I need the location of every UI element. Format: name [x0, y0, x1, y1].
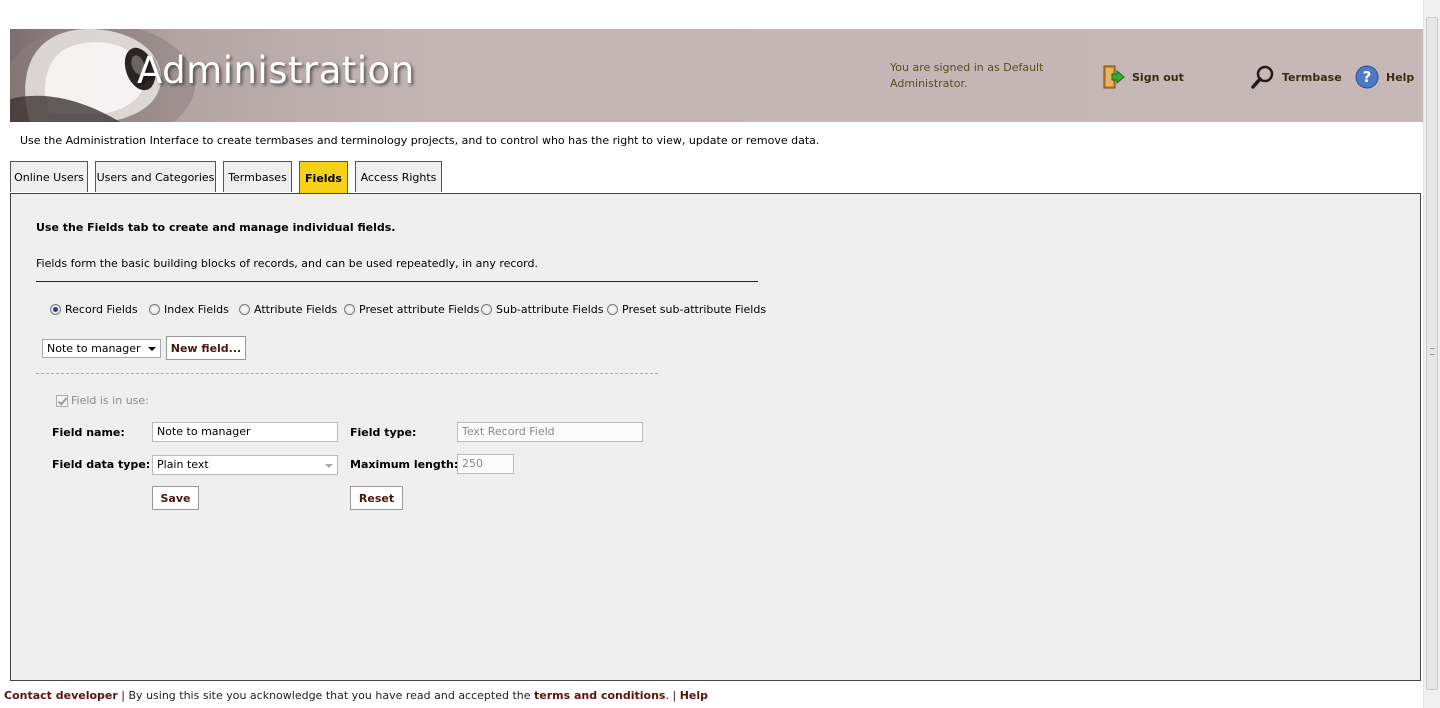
field-name-label: Field name: — [52, 426, 125, 439]
dropdown-arrow-icon — [148, 347, 156, 351]
scrollbar-grip-icon — [1430, 348, 1435, 355]
radio-preset-sub-attribute-fields[interactable]: Preset sub-attribute Fields — [607, 303, 766, 316]
footer-text: | By using this site you acknowledge tha… — [117, 689, 535, 702]
field-data-type-value: Plain text — [157, 458, 209, 471]
sign-out-link[interactable]: Sign out — [1100, 64, 1184, 90]
tab-label: Termbases — [228, 170, 287, 184]
tab-termbases[interactable]: Termbases — [223, 161, 292, 192]
radio-label: Preset attribute Fields — [359, 303, 480, 316]
vertical-scrollbar[interactable] — [1423, 0, 1440, 708]
sign-out-icon — [1103, 65, 1125, 89]
dropdown-arrow-icon — [325, 464, 333, 468]
save-button[interactable]: Save — [152, 486, 199, 510]
new-field-button[interactable]: New field... — [166, 336, 246, 360]
magnifier-icon — [1251, 65, 1274, 89]
radio-button[interactable] — [344, 304, 355, 315]
radio-button[interactable] — [239, 304, 250, 315]
maximum-length-label: Maximum length: — [350, 458, 459, 471]
tab-label: Access Rights — [360, 170, 437, 184]
radio-index-fields[interactable]: Index Fields — [149, 303, 229, 316]
field-data-type-label: Field data type: — [52, 458, 151, 471]
footer: Contact developer | By using this site y… — [4, 689, 708, 702]
radio-preset-attribute-fields[interactable]: Preset attribute Fields — [344, 303, 479, 316]
tab-label: Fields — [305, 171, 342, 185]
field-type-label: Field type: — [350, 426, 417, 439]
tab-label: Users and Categories — [96, 170, 215, 184]
termbase-link[interactable]: Termbase — [1250, 64, 1342, 90]
field-in-use: Field is in use: — [56, 394, 149, 407]
contact-developer-link[interactable]: Contact developer — [4, 689, 118, 702]
tab-fields[interactable]: Fields — [299, 161, 348, 194]
maximum-length-input: 250 — [457, 454, 514, 474]
header-banner: Administration You are signed in as Defa… — [10, 29, 1423, 122]
radio-button[interactable] — [481, 304, 492, 315]
field-in-use-label: Field is in use: — [71, 394, 149, 407]
radio-button[interactable] — [607, 304, 618, 315]
fields-panel: Use the Fields tab to create and manage … — [10, 193, 1421, 681]
field-select-value: Note to manager — [47, 342, 141, 355]
field-in-use-checkbox — [56, 394, 68, 407]
help-icon: ? — [1355, 65, 1379, 89]
field-select[interactable]: Note to manager — [42, 339, 161, 358]
panel-heading: Use the Fields tab to create and manage … — [36, 221, 396, 234]
intro-text: Use the Administration Interface to crea… — [20, 134, 820, 147]
app-title: Administration — [137, 49, 415, 92]
radio-attribute-fields[interactable]: Attribute Fields — [239, 303, 337, 316]
tab-access-rights[interactable]: Access Rights — [355, 161, 442, 192]
reset-button[interactable]: Reset — [350, 486, 403, 510]
field-type-input: Text Record Field — [457, 422, 643, 442]
radio-label: Attribute Fields — [254, 303, 338, 316]
radio-label: Sub-attribute Fields — [496, 303, 604, 316]
radio-record-fields[interactable]: Record Fields — [50, 303, 138, 316]
footer-separator: . | — [665, 689, 680, 702]
scrollbar-thumb[interactable] — [1426, 17, 1438, 690]
radio-button[interactable] — [149, 304, 160, 315]
field-name-input[interactable]: Note to manager — [152, 422, 338, 442]
panel-description: Fields form the basic building blocks of… — [36, 257, 538, 270]
termbase-label: Termbase — [1282, 70, 1342, 84]
radio-label: Record Fields — [65, 303, 138, 316]
terms-link[interactable]: terms and conditions — [534, 689, 665, 702]
help-label: Help — [1386, 70, 1415, 84]
divider — [36, 281, 758, 282]
radio-button[interactable] — [50, 304, 61, 315]
radio-label: Preset sub-attribute Fields — [622, 303, 767, 316]
tab-label: Online Users — [14, 170, 84, 184]
field-data-type-select[interactable]: Plain text — [152, 455, 338, 475]
signed-in-status: You are signed in as Default Administrat… — [890, 61, 1044, 90]
radio-label: Index Fields — [164, 303, 229, 316]
tab-online-users[interactable]: Online Users — [10, 161, 88, 192]
radio-sub-attribute-fields[interactable]: Sub-attribute Fields — [481, 303, 604, 316]
tab-users-and-categories[interactable]: Users and Categories — [95, 161, 216, 192]
help-link[interactable]: ? Help — [1354, 64, 1414, 90]
svg-text:?: ? — [1363, 68, 1372, 86]
dashed-divider — [36, 373, 658, 374]
sign-out-label: Sign out — [1132, 70, 1184, 84]
footer-help-link[interactable]: Help — [680, 689, 708, 702]
